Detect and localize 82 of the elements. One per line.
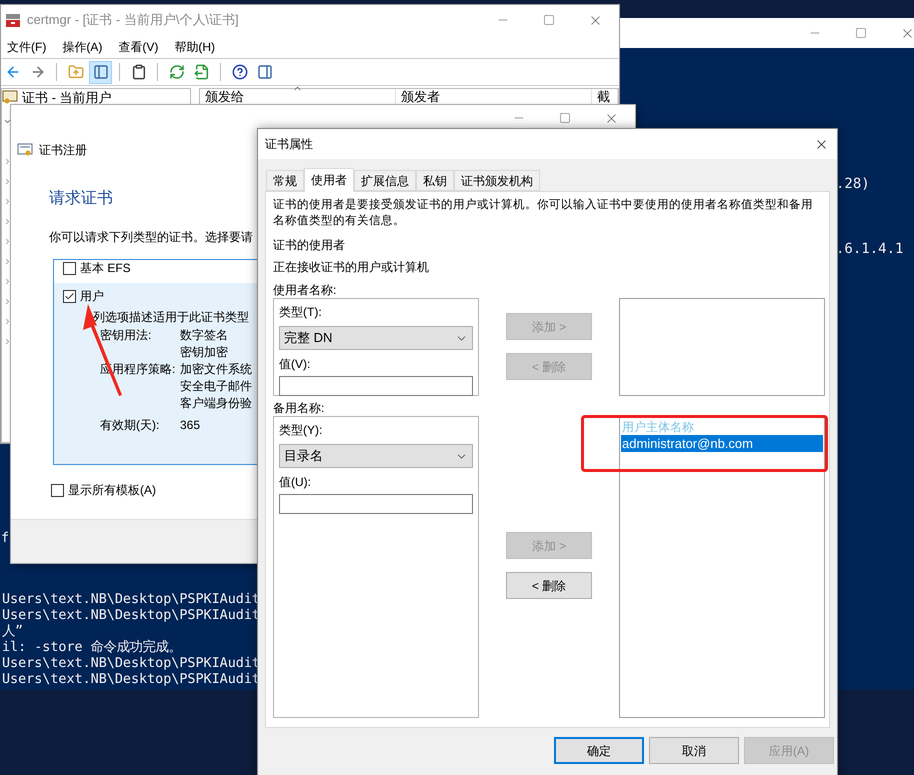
intro-text: 你可以请求下列类型的证书。选择要请 <box>49 229 253 245</box>
type-dropdown[interactable]: 目录名 <box>279 444 473 468</box>
expand-icon[interactable] <box>3 216 12 226</box>
menu-item[interactable]: 查看(V) <box>117 38 160 56</box>
value-field[interactable] <box>279 376 473 396</box>
wizard-title: 证书注册 <box>39 142 87 159</box>
certificate-icon <box>17 143 33 157</box>
menu-item[interactable]: 帮助(H) <box>173 38 216 56</box>
maximize-icon[interactable] <box>855 27 867 39</box>
dialog-button[interactable]: 取消 <box>649 737 739 764</box>
tab[interactable]: 常规 <box>266 170 304 191</box>
certificate-icon <box>2 90 18 104</box>
detail-label: 密钥用法: <box>100 327 152 344</box>
expand-icon[interactable] <box>3 156 12 166</box>
detail-value: 365 <box>180 417 200 434</box>
console-line: Users\text.NB\Desktop\PSPKIAudit <box>2 592 260 608</box>
tab[interactable]: 扩展信息 <box>354 170 416 191</box>
template-label: 基本 EFS <box>80 260 131 277</box>
help-icon <box>232 64 248 80</box>
expand-icon[interactable] <box>3 176 12 186</box>
console-line: Users\text.NB\Desktop\PSPKIAudit <box>2 656 260 672</box>
field-label: 类型(Y): <box>279 422 324 438</box>
expand-icon[interactable] <box>3 276 12 286</box>
console-line: il: -store 命令成功完成。 <box>2 640 183 656</box>
dialog-title: 证书属性 <box>265 136 313 153</box>
field-label: 值(V): <box>279 356 312 372</box>
tree-pane-button[interactable] <box>89 60 112 84</box>
expand-icon[interactable] <box>3 236 12 246</box>
checkbox-label: 显示所有模板(A) <box>68 482 156 499</box>
list-item[interactable]: administrator@nb.com <box>621 435 823 452</box>
field-label: 值(U): <box>279 474 312 490</box>
detail-value: 密钥加密 <box>180 344 228 361</box>
dialog-button[interactable]: < 删除 <box>506 572 592 599</box>
export-icon <box>194 64 210 80</box>
dialog-button[interactable]: 确定 <box>554 737 644 764</box>
expand-icon[interactable] <box>3 196 12 206</box>
detail-value: 数字签名 <box>180 327 228 344</box>
value-field[interactable] <box>279 494 473 514</box>
expand-icon[interactable] <box>3 296 12 306</box>
tab[interactable]: 证书颁发机构 <box>454 170 540 191</box>
panel-left-icon <box>92 64 108 80</box>
console-line: .28) <box>836 176 871 192</box>
detail-value: 安全电子邮件 <box>180 378 252 395</box>
console-line: f <box>1 530 10 546</box>
expand-icon[interactable] <box>3 336 12 346</box>
menu-item[interactable]: 操作(A) <box>61 38 104 56</box>
detail-value: 客户端身份验 <box>180 395 252 412</box>
tree-item[interactable]: 证书 - 当前用户 <box>22 90 112 104</box>
template-description: 列选项描述适用于此证书类型 <box>93 309 249 325</box>
template-label: 用户 <box>80 288 104 305</box>
panel-right-icon <box>256 64 272 80</box>
list-group-header: 用户主体名称 <box>621 419 695 435</box>
type-dropdown[interactable]: 完整 DN <box>279 326 473 350</box>
detail-value: 加密文件系统 <box>180 361 252 378</box>
maximize-icon[interactable] <box>559 112 571 124</box>
clipboard-icon <box>130 64 146 80</box>
console-line: Users\text.NB\Desktop\PSPKIAudit <box>2 672 260 688</box>
section-heading: 证书的使用者 <box>273 237 346 253</box>
check-icon <box>64 290 75 302</box>
tab[interactable]: 使用者 <box>304 168 354 192</box>
group-label: 使用者名称: <box>273 282 338 298</box>
checkbox[interactable] <box>51 484 64 496</box>
refresh-icon <box>168 64 184 80</box>
group-label: 备用名称: <box>273 400 326 416</box>
expand-icon[interactable] <box>3 256 12 266</box>
menu-item[interactable]: 文件(F) <box>6 38 48 56</box>
window-title: certmgr - [证书 - 当前用户\个人\证书] <box>27 11 239 30</box>
maximize-icon[interactable] <box>543 14 555 26</box>
detail-label: 有效期(天): <box>100 417 160 434</box>
folder-up-icon <box>68 64 84 80</box>
field-label: 类型(T): <box>279 304 323 320</box>
page-heading: 请求证书 <box>49 189 113 209</box>
description-text: 证书的使用者是要接受颁发证书的用户或计算机。你可以输入证书中要使用的使用者名称值类型和备用名称值类型的有关信息。 <box>273 197 814 229</box>
section-note: 正在接收证书的用户或计算机 <box>273 259 430 275</box>
tab[interactable]: 私钥 <box>416 170 454 191</box>
expand-icon[interactable] <box>3 316 12 326</box>
console-line: 人” <box>2 624 24 640</box>
checkbox[interactable] <box>63 290 76 302</box>
console-line: .6.1.4.1 <box>836 241 904 257</box>
checkbox[interactable] <box>63 262 76 274</box>
toolbox-icon <box>5 12 21 28</box>
console-line: Users\text.NB\Desktop\PSPKIAudit <box>2 608 260 624</box>
